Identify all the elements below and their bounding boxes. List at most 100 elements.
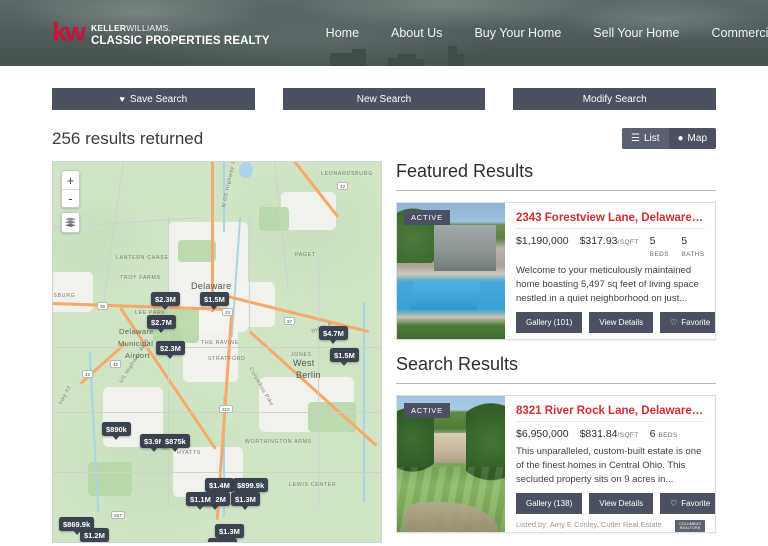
nav-item-about-us[interactable]: About Us — [375, 20, 458, 46]
map-route-shield: 42 — [82, 370, 94, 378]
kw-logo-mark: kw — [52, 17, 86, 48]
listing-sqft-unit: /SQFT — [617, 432, 639, 439]
map-label: NSBURG — [53, 293, 76, 299]
listing-photo[interactable]: ACTIVE — [397, 396, 505, 532]
nav-item-buy-your-home[interactable]: Buy Your Home — [458, 20, 577, 46]
gallery-button[interactable]: Gallery (101) — [516, 312, 583, 334]
layers-icon — [65, 217, 76, 228]
map-route-shield: 315 — [219, 405, 233, 413]
map-urban-area — [281, 192, 336, 230]
map-price-marker[interactable]: $4.7M — [319, 326, 348, 340]
listing-sqft-unit: /SQFT — [617, 239, 639, 246]
map-price-marker[interactable]: $875k — [161, 434, 190, 448]
new-search-button[interactable]: New Search — [282, 88, 486, 110]
view-details-button[interactable]: View Details — [589, 493, 654, 515]
map-label: STRATFORD — [208, 356, 246, 362]
listing-actions: Gallery (138) View Details ♡ Favorite — [516, 493, 715, 515]
nav-item-commercial[interactable]: Commercial — [695, 20, 768, 46]
map-zoom-out-button[interactable]: - — [62, 189, 79, 207]
listing-card-featured[interactable]: ACTIVE 2343 Forestview Lane, Delaware, O… — [396, 202, 716, 340]
map-price-marker[interactable]: $1.9M — [208, 538, 237, 542]
map-route-shield: 36 — [97, 302, 109, 310]
view-details-button[interactable]: View Details — [589, 312, 654, 334]
results-count: 256 results returned — [52, 128, 204, 148]
map-price-marker[interactable]: $1.5M — [200, 292, 229, 306]
save-search-button[interactable]: ♥ Save Search — [52, 88, 255, 110]
map-label: LEONARDSBURG — [321, 171, 373, 177]
map-road — [53, 472, 381, 473]
favorite-label: Favorite — [681, 318, 711, 328]
map-price-marker[interactable]: $2.3M — [151, 292, 180, 306]
listing-stats: $6,950,000 $831.84/SQFT 6 BEDS — [516, 428, 705, 440]
listing-actions: Gallery (101) View Details ♡ Favorite — [516, 312, 715, 334]
favorite-button[interactable]: ♡ Favorite — [660, 493, 715, 515]
listing-body: 2343 Forestview Lane, Delaware, OH $1,19… — [505, 203, 715, 339]
listing-price: $6,950,000 — [516, 428, 569, 440]
map-price-marker[interactable]: $899.9k — [233, 478, 269, 492]
featured-results-title: Featured Results — [396, 161, 716, 191]
logo-williams-text: WILLIAMS. — [126, 22, 172, 33]
heart-outline-icon: ♡ — [670, 318, 678, 328]
nav-item-home[interactable]: Home — [310, 20, 375, 46]
map-zoom-in-button[interactable]: + — [62, 171, 79, 189]
listing-price: $1,190,000 — [516, 235, 569, 247]
logo-keller-text: KELLER — [91, 22, 127, 33]
listing-description: This unparalleled, custom-built estate i… — [516, 446, 702, 485]
view-toggle-map[interactable]: ● Map — [669, 128, 717, 149]
map-route-shield: 23 — [222, 308, 234, 316]
listing-baths: 5 — [681, 235, 688, 247]
listing-photo[interactable]: ACTIVE — [397, 203, 505, 339]
listing-beds: 6 — [649, 428, 656, 440]
map-price-marker[interactable]: $1.3M — [231, 492, 260, 506]
map-price-marker[interactable]: $1.5M — [330, 348, 359, 362]
site-logo[interactable]: kw KELLERWILLIAMS. CLASSIC PROPERTIES RE… — [52, 19, 270, 48]
map-route-shield: 257 — [111, 511, 125, 519]
heart-icon: ♥ — [119, 93, 125, 104]
map-label: PAGET — [295, 252, 316, 258]
heart-outline-icon: ♡ — [670, 499, 678, 509]
view-toggle-map-label: Map — [687, 133, 707, 144]
listing-description: Welcome to your meticulously maintained … — [516, 265, 699, 304]
results-map[interactable]: LEONARDSBURG N US Highway 23 E PAGET LANTER… — [52, 161, 382, 543]
list-icon: ☰ — [630, 133, 640, 144]
map-price-marker[interactable]: $1.3M — [215, 524, 244, 538]
listed-by-text: Listed by: Keri R Price, KW Classic Prop… — [516, 339, 669, 340]
map-label: Berlin — [296, 370, 321, 380]
favorite-button[interactable]: ♡ Favorite — [660, 312, 715, 334]
listing-address[interactable]: 8321 River Rock Lane, Delaware, OH — [516, 405, 705, 422]
map-label: THE RAVINE — [201, 340, 239, 346]
map-price-marker[interactable]: $1.1M — [186, 492, 215, 506]
map-price-marker[interactable]: $1.2M — [80, 528, 109, 542]
map-road — [249, 217, 250, 337]
view-toggle-list[interactable]: ☰ List — [621, 128, 669, 149]
status-badge: ACTIVE — [404, 403, 450, 418]
map-label: TROY FARMS — [120, 275, 161, 281]
map-label: HYATTS — [177, 450, 201, 456]
listing-price-per-sqft: $831.84 — [579, 428, 618, 440]
mls-logo: COLUMBUS REALTORS — [675, 520, 705, 532]
logo-tagline: CLASSIC PROPERTIES REALTY — [91, 35, 270, 48]
listing-address[interactable]: 2343 Forestview Lane, Delaware, OH — [516, 212, 705, 229]
nav-item-sell-your-home[interactable]: Sell Your Home — [577, 20, 695, 46]
map-route-shield: 42 — [110, 360, 122, 368]
map-label: LEWIS CENTER — [289, 482, 337, 488]
modify-search-button[interactable]: Modify Search — [513, 88, 717, 110]
save-search-label: Save Search — [129, 93, 188, 105]
search-results-title: Search Results — [396, 354, 716, 384]
map-price-marker[interactable]: $890k — [102, 422, 131, 436]
map-price-marker[interactable]: $2.7M — [147, 315, 176, 329]
map-green-area — [259, 207, 289, 231]
mls-logo: KW CLASSIC PROPERTIES — [675, 339, 705, 340]
map-label: Delaware — [191, 281, 232, 291]
new-search-label: New Search — [356, 93, 412, 105]
main-navigation: Home About Us Buy Your Home Sell Your Ho… — [310, 20, 768, 46]
gallery-button[interactable]: Gallery (138) — [516, 493, 583, 515]
map-price-marker[interactable]: $1.4M — [205, 478, 234, 492]
map-route-shield: 42 — [337, 182, 349, 190]
listing-stats: $1,190,000 $317.93/SQFT 5 BEDS 5 BATHS — [516, 235, 705, 259]
listing-card-result[interactable]: ACTIVE 8321 River Rock Lane, Delaware, O… — [396, 395, 716, 533]
map-layers-button[interactable] — [61, 212, 80, 233]
site-header: kw KELLERWILLIAMS. CLASSIC PROPERTIES RE… — [0, 0, 768, 66]
map-river — [239, 162, 253, 178]
map-price-marker[interactable]: $2.3M — [156, 341, 185, 355]
